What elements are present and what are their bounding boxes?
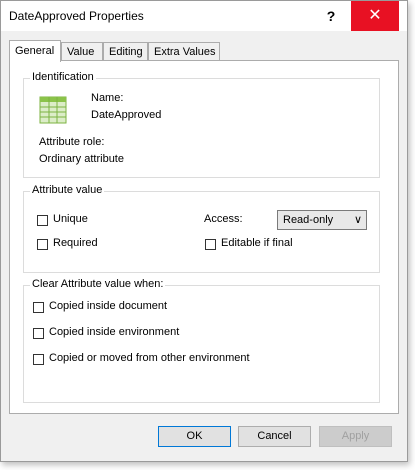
name-label: Name: [91, 92, 124, 104]
unique-label: Unique [53, 213, 88, 225]
editable-if-final-checkbox[interactable] [205, 239, 216, 250]
tab-value[interactable]: Value [61, 42, 103, 60]
title-bar: DateApproved Properties ? ✕ [1, 1, 407, 31]
access-label: Access: [204, 213, 243, 225]
cancel-button[interactable]: Cancel [238, 426, 311, 447]
attribute-value-group-title: Attribute value [30, 184, 105, 196]
window-title: DateApproved Properties [9, 9, 144, 23]
apply-button[interactable]: Apply [319, 426, 392, 447]
attribute-role-value: Ordinary attribute [39, 153, 124, 165]
tab-extra-values[interactable]: Extra Values [148, 42, 220, 60]
clear-value-group-title: Clear Attribute value when: [30, 278, 166, 290]
help-button[interactable]: ? [318, 3, 344, 29]
copied-inside-document-label: Copied inside document [49, 300, 168, 312]
unique-checkbox[interactable] [37, 215, 48, 226]
properties-dialog: DateApproved Properties ? ✕ General Valu… [0, 0, 408, 462]
tab-general[interactable]: General [9, 40, 61, 62]
attribute-grid-icon [39, 96, 67, 124]
close-button[interactable]: ✕ [351, 1, 399, 31]
attribute-role-label: Attribute role: [39, 136, 105, 148]
editable-if-final-label: Editable if final [221, 237, 293, 249]
name-value: DateApproved [91, 109, 162, 121]
ok-button[interactable]: OK [158, 426, 231, 447]
close-icon: ✕ [368, 7, 382, 24]
copied-or-moved-checkbox[interactable] [33, 354, 44, 365]
required-checkbox[interactable] [37, 239, 48, 250]
copied-inside-environment-checkbox[interactable] [33, 328, 44, 339]
copied-inside-environment-label: Copied inside environment [49, 326, 180, 338]
access-select[interactable]: Read-only ∨ [277, 210, 367, 230]
tab-editing[interactable]: Editing [103, 42, 148, 60]
chevron-down-icon: ∨ [353, 214, 362, 226]
attribute-value-group: Attribute value [23, 184, 380, 273]
required-label: Required [53, 237, 98, 249]
identification-group-title: Identification [30, 71, 96, 83]
copied-or-moved-label: Copied or moved from other environment [49, 352, 250, 364]
copied-inside-document-checkbox[interactable] [33, 302, 44, 313]
access-selected-value: Read-only [283, 214, 334, 226]
